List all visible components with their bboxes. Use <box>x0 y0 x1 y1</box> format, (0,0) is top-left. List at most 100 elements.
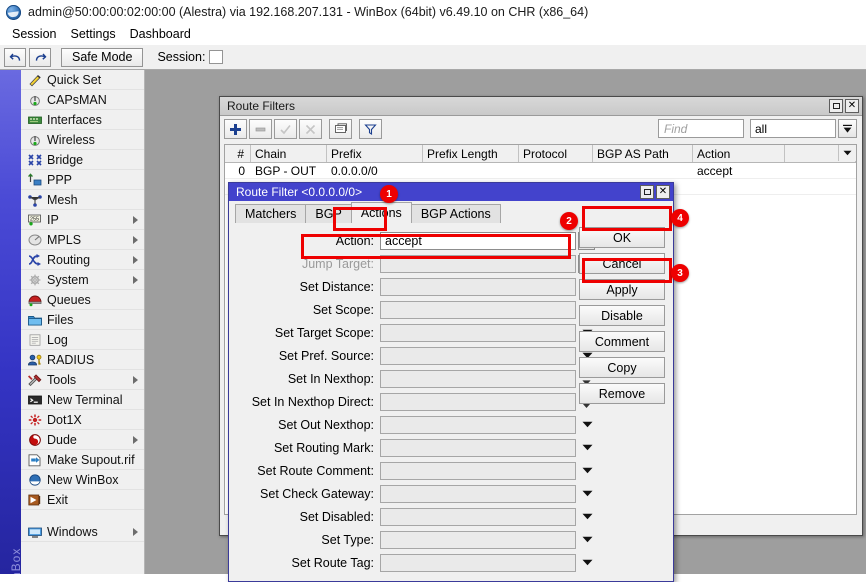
sidebar-item-queues[interactable]: Queues <box>21 290 144 310</box>
menu-item-settings[interactable]: Settings <box>65 26 124 43</box>
table-column-header[interactable]: Action <box>693 145 785 162</box>
minus-icon[interactable] <box>249 119 272 139</box>
sidebar-item-dude[interactable]: Dude <box>21 430 144 450</box>
dropdown-arrow-icon[interactable] <box>838 145 856 161</box>
field-input-set-disabled[interactable] <box>380 508 576 526</box>
plus-icon[interactable] <box>224 119 247 139</box>
sidebar-item-tools[interactable]: Tools <box>21 370 144 390</box>
field-input-set-scope[interactable] <box>380 301 576 319</box>
dropdown-caret-icon[interactable] <box>578 531 596 549</box>
cross-icon[interactable] <box>299 119 322 139</box>
apply-button[interactable]: Apply <box>579 279 665 300</box>
route-filters-toolbar: Find all <box>220 116 862 142</box>
sidebar-item-wireless[interactable]: Wireless <box>21 130 144 150</box>
field-input-set-in-nexthop-direct[interactable] <box>380 393 576 411</box>
field-input-set-distance[interactable] <box>380 278 576 296</box>
sidebar-item-mesh[interactable]: Mesh <box>21 190 144 210</box>
sidebar-item-make-supout-rif[interactable]: Make Supout.rif <box>21 450 144 470</box>
menu-item-session[interactable]: Session <box>7 26 65 43</box>
field-input-set-target-scope[interactable] <box>380 324 576 342</box>
table-column-header[interactable]: Protocol <box>519 145 593 162</box>
close-icon[interactable]: ✕ <box>845 99 859 113</box>
sidebar-item-radius[interactable]: RADIUS <box>21 350 144 370</box>
sidebar-item-new-winbox[interactable]: New WinBox <box>21 470 144 490</box>
comment-button[interactable]: Comment <box>579 331 665 352</box>
sidebar-item-ppp[interactable]: PPP <box>21 170 144 190</box>
check-icon[interactable] <box>274 119 297 139</box>
sidebar-item-dot1x[interactable]: Dot1X <box>21 410 144 430</box>
session-input[interactable] <box>209 50 223 64</box>
route-filter-dialog-titlebar: Route Filter <0.0.0.0/0> ✕ <box>229 183 673 201</box>
field-input-set-out-nexthop[interactable] <box>380 416 576 434</box>
ok-button[interactable]: OK <box>579 227 665 248</box>
field-input-set-in-nexthop[interactable] <box>380 370 576 388</box>
gear-icon <box>26 272 43 287</box>
field-input-set-routing-mark[interactable] <box>380 439 576 457</box>
table-row[interactable]: 0BGP - OUT0.0.0.0/0accept <box>225 163 856 179</box>
supout-icon <box>26 452 43 467</box>
maximize-icon[interactable] <box>640 185 654 199</box>
field-label: Set Type: <box>233 533 380 547</box>
field-input-set-pref-source[interactable] <box>380 347 576 365</box>
field-input-set-route-tag[interactable] <box>380 554 576 572</box>
table-column-header[interactable]: Prefix <box>327 145 423 162</box>
form-row: Set Check Gateway: <box>229 482 673 505</box>
copy-button[interactable]: Copy <box>579 357 665 378</box>
sidebar-item-new-terminal[interactable]: New Terminal <box>21 390 144 410</box>
table-column-header[interactable]: Chain <box>251 145 327 162</box>
sidebar-item-routing[interactable]: Routing <box>21 250 144 270</box>
tab-actions[interactable]: Actions <box>351 202 412 223</box>
redo-arrow-icon[interactable] <box>29 48 51 67</box>
field-input-action[interactable]: accept <box>380 232 576 250</box>
comment-icon[interactable] <box>329 119 352 139</box>
close-icon[interactable]: ✕ <box>656 185 670 199</box>
dropdown-caret-icon[interactable] <box>578 462 596 480</box>
find-input[interactable]: Find <box>658 119 744 138</box>
table-column-header[interactable]: # <box>225 145 251 162</box>
field-input-set-route-comment[interactable] <box>380 462 576 480</box>
sidebar-item-quick-set[interactable]: Quick Set <box>21 70 144 90</box>
table-column-header[interactable]: BGP AS Path <box>593 145 693 162</box>
field-label: Set Route Comment: <box>233 464 380 478</box>
sidebar-item-mpls[interactable]: MPLS <box>21 230 144 250</box>
sidebar-item-files[interactable]: Files <box>21 310 144 330</box>
field-input-set-check-gateway[interactable] <box>380 485 576 503</box>
funnel-icon[interactable] <box>359 119 382 139</box>
sidebar-item-ip[interactable]: 255IP <box>21 210 144 230</box>
filter-select-value[interactable]: all <box>750 119 836 138</box>
bridge-icon <box>26 152 43 167</box>
dropdown-caret-icon[interactable] <box>578 554 596 572</box>
tab-matchers[interactable]: Matchers <box>235 204 306 223</box>
field-input-jump-target[interactable] <box>380 255 576 273</box>
table-column-header[interactable]: Prefix Length <box>423 145 519 162</box>
undo-arrow-icon[interactable] <box>4 48 26 67</box>
safe-mode-button[interactable]: Safe Mode <box>61 48 143 67</box>
form-row: Set Type: <box>229 528 673 551</box>
menu-item-dashboard[interactable]: Dashboard <box>125 26 200 43</box>
winbox-globe-icon <box>6 5 21 20</box>
sidebar-item-windows[interactable]: Windows <box>21 522 144 542</box>
maximize-icon[interactable] <box>829 99 843 113</box>
chevron-right-icon <box>133 436 138 444</box>
disable-button[interactable]: Disable <box>579 305 665 326</box>
sidebar-item-system[interactable]: System <box>21 270 144 290</box>
dropdown-caret-icon[interactable] <box>578 416 596 434</box>
sidebar-item-interfaces[interactable]: Interfaces <box>21 110 144 130</box>
sidebar-item-bridge[interactable]: Bridge <box>21 150 144 170</box>
cancel-button[interactable]: Cancel <box>579 253 665 274</box>
sidebar-item-capsman[interactable]: CAPsMAN <box>21 90 144 110</box>
dropdown-caret-icon[interactable] <box>578 439 596 457</box>
tab-bgp[interactable]: BGP <box>305 204 351 223</box>
dropdown-arrow-icon[interactable] <box>838 119 857 138</box>
sidebar-item-log[interactable]: Log <box>21 330 144 350</box>
dropdown-caret-icon[interactable] <box>578 485 596 503</box>
remove-button[interactable]: Remove <box>579 383 665 404</box>
antenna-icon <box>26 92 43 107</box>
sidebar-item-exit[interactable]: Exit <box>21 490 144 510</box>
tab-bgp-actions[interactable]: BGP Actions <box>411 204 501 223</box>
dropdown-caret-icon[interactable] <box>578 508 596 526</box>
route-filter-dialog-title: Route Filter <0.0.0.0/0> <box>236 185 638 199</box>
nic-card-icon <box>26 112 43 127</box>
field-input-set-type[interactable] <box>380 531 576 549</box>
dot1x-icon <box>26 412 43 427</box>
